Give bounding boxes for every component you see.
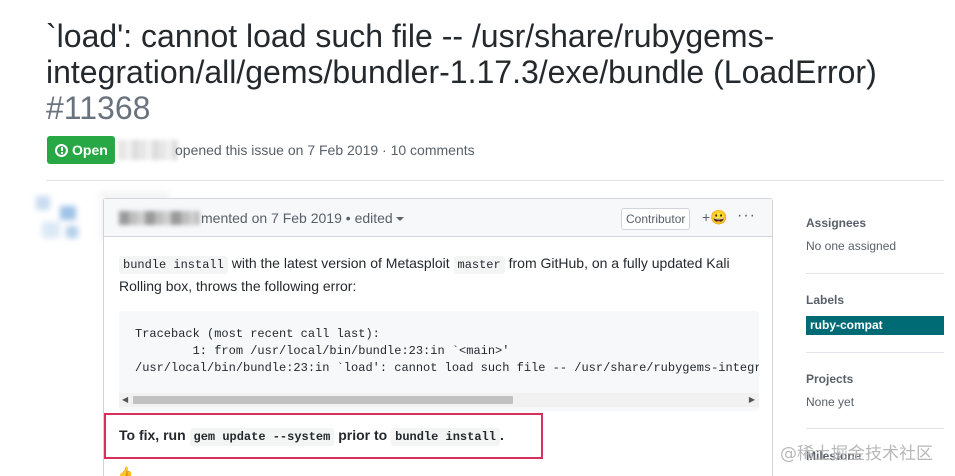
thumbs-up-icon[interactable]: 👍 bbox=[118, 466, 133, 476]
add-reaction-button[interactable]: +😀 bbox=[702, 209, 728, 226]
author-name-redacted bbox=[118, 140, 178, 160]
issue-number: #11368 bbox=[46, 90, 151, 126]
projects-section: Projects None yet bbox=[806, 372, 944, 409]
projects-title[interactable]: Projects bbox=[806, 372, 944, 386]
sidebar-divider bbox=[806, 273, 944, 274]
issue-title: `load': cannot load such file -- /usr/sh… bbox=[46, 18, 926, 126]
scroll-left-arrow-icon[interactable]: ◀ bbox=[122, 395, 128, 404]
contributor-badge: Contributor bbox=[621, 208, 691, 230]
code-block: Traceback (most recent call last): 1: fr… bbox=[119, 311, 759, 411]
scrollbar-thumb[interactable] bbox=[133, 396, 513, 404]
code-block-text: Traceback (most recent call last): 1: fr… bbox=[135, 327, 759, 375]
sidebar-divider bbox=[806, 352, 944, 353]
label-ruby-compat[interactable]: ruby-compat bbox=[806, 316, 944, 335]
projects-value: None yet bbox=[806, 395, 855, 409]
highlight-annotation bbox=[104, 413, 543, 459]
labels-title[interactable]: Labels bbox=[806, 293, 944, 307]
comment-timestamp: mented on 7 Feb 2019 • edited bbox=[201, 210, 393, 226]
comment-author-redacted[interactable] bbox=[119, 211, 199, 225]
scroll-right-arrow-icon[interactable]: ▶ bbox=[749, 395, 755, 404]
assignees-title[interactable]: Assignees bbox=[806, 216, 944, 230]
inline-code: bundle install bbox=[119, 256, 228, 274]
issue-title-text: `load': cannot load such file -- /usr/sh… bbox=[46, 18, 877, 90]
comment-body: bundle install with the latest version o… bbox=[119, 253, 759, 297]
horizontal-scrollbar[interactable]: ◀ ▶ bbox=[119, 393, 759, 407]
inline-code: master bbox=[453, 256, 505, 274]
comment-header: mented on 7 Feb 2019 • edited Contributo… bbox=[104, 199, 772, 237]
chevron-down-icon bbox=[395, 217, 404, 222]
header-divider bbox=[46, 180, 944, 181]
issue-opened-icon bbox=[55, 143, 68, 157]
issue-state-badge: Open bbox=[47, 136, 115, 164]
watermark: @稀土掘金技术社区 bbox=[780, 444, 933, 464]
issue-meta: opened this issue on 7 Feb 2019 · 10 com… bbox=[175, 142, 475, 158]
body-text: with the latest version of Metasploit bbox=[227, 255, 454, 271]
labels-section: Labels ruby-compat bbox=[806, 293, 944, 335]
issue-state-label: Open bbox=[72, 142, 108, 158]
sidebar-divider bbox=[806, 428, 944, 429]
comment-header-text[interactable]: mented on 7 Feb 2019 • edited bbox=[201, 210, 404, 226]
assignees-section: Assignees No one assigned bbox=[806, 216, 944, 253]
avatar-redacted[interactable] bbox=[36, 196, 90, 246]
more-options-button[interactable]: ··· bbox=[737, 207, 756, 225]
assignees-value: No one assigned bbox=[806, 239, 897, 253]
